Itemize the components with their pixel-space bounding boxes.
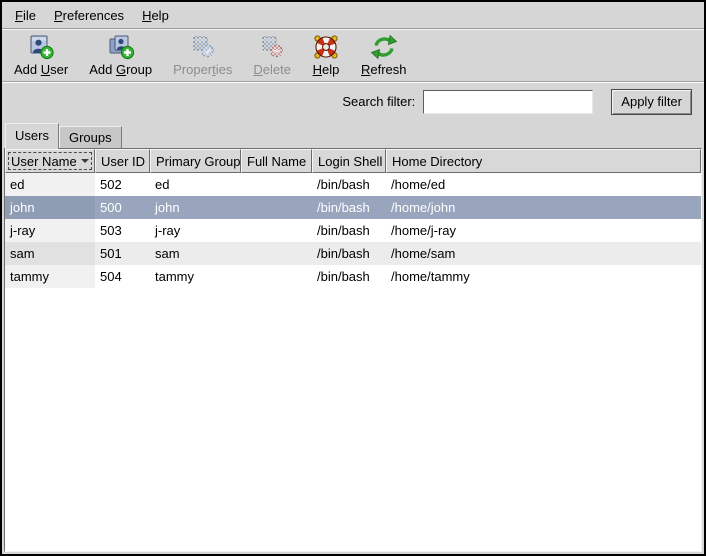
cell-home-directory[interactable]: /home/john — [386, 196, 701, 219]
cell-full-name[interactable] — [241, 219, 312, 242]
search-filter-input[interactable] — [423, 90, 593, 114]
delete-icon — [258, 33, 286, 61]
user-manager-window: File Preferences Help Add User — [0, 0, 706, 556]
cell-user-id[interactable]: 504 — [95, 265, 150, 288]
table-body[interactable]: ed502ed/bin/bash/home/edjohn500john/bin/… — [5, 173, 701, 551]
column-header-primary-group[interactable]: Primary Group — [150, 149, 241, 173]
refresh-arrows-icon — [370, 33, 398, 61]
column-header-login-shell[interactable]: Login Shell — [312, 149, 386, 173]
refresh-label: Refresh — [361, 62, 407, 77]
table-header-row: User Name User ID Primary Group Full Nam… — [5, 149, 701, 173]
menu-file[interactable]: File — [6, 4, 45, 27]
cell-login-shell[interactable]: /bin/bash — [312, 196, 386, 219]
cell-user-name[interactable]: ed — [5, 173, 95, 196]
menubar: File Preferences Help — [2, 2, 704, 29]
cell-login-shell[interactable]: /bin/bash — [312, 265, 386, 288]
cell-full-name[interactable] — [241, 265, 312, 288]
apply-filter-button[interactable]: Apply filter — [611, 89, 692, 115]
table-row[interactable]: tammy504tammy/bin/bash/home/tammy — [5, 265, 701, 288]
toolbar: Add User Add Group — [2, 29, 704, 82]
help-button[interactable]: Help — [306, 32, 346, 78]
cell-user-name[interactable]: j-ray — [5, 219, 95, 242]
column-header-user-name[interactable]: User Name — [5, 149, 95, 173]
cell-full-name[interactable] — [241, 242, 312, 265]
filter-bar: Search filter: Apply filter — [2, 82, 704, 121]
cell-full-name[interactable] — [241, 173, 312, 196]
properties-label: Properties — [173, 62, 232, 77]
cell-user-id[interactable]: 502 — [95, 173, 150, 196]
cell-user-name[interactable]: tammy — [5, 265, 95, 288]
cell-primary-group[interactable]: ed — [150, 173, 241, 196]
help-label: Help — [313, 62, 340, 77]
cell-home-directory[interactable]: /home/ed — [386, 173, 701, 196]
cell-primary-group[interactable]: sam — [150, 242, 241, 265]
menu-preferences[interactable]: Preferences — [45, 4, 133, 27]
delete-label: Delete — [253, 62, 291, 77]
column-header-full-name[interactable]: Full Name — [241, 149, 312, 173]
table-row[interactable]: ed502ed/bin/bash/home/ed — [5, 173, 701, 196]
delete-button[interactable]: Delete — [247, 32, 297, 78]
cell-login-shell[interactable]: /bin/bash — [312, 219, 386, 242]
cell-home-directory[interactable]: /home/sam — [386, 242, 701, 265]
cell-user-id[interactable]: 501 — [95, 242, 150, 265]
properties-icon — [189, 33, 217, 61]
properties-button[interactable]: Properties — [167, 32, 238, 78]
cell-user-name[interactable]: john — [5, 196, 95, 219]
users-table: User Name User ID Primary Group Full Nam… — [4, 148, 702, 552]
cell-user-name[interactable]: sam — [5, 242, 95, 265]
menu-help[interactable]: Help — [133, 4, 178, 27]
add-group-button[interactable]: Add Group — [83, 32, 158, 78]
cell-home-directory[interactable]: /home/j-ray — [386, 219, 701, 242]
table-row[interactable]: john500john/bin/bash/home/john — [5, 196, 701, 219]
column-header-home-directory[interactable]: Home Directory — [386, 149, 701, 173]
add-user-button[interactable]: Add User — [8, 32, 74, 78]
search-filter-label: Search filter: — [342, 94, 415, 109]
cell-login-shell[interactable]: /bin/bash — [312, 173, 386, 196]
table-row[interactable]: sam501sam/bin/bash/home/sam — [5, 242, 701, 265]
cell-user-id[interactable]: 503 — [95, 219, 150, 242]
tab-users[interactable]: Users — [5, 123, 59, 149]
sort-arrow-down-icon — [81, 159, 89, 167]
add-group-label: Add Group — [89, 62, 152, 77]
add-group-icon — [107, 33, 135, 61]
cell-login-shell[interactable]: /bin/bash — [312, 242, 386, 265]
tab-groups[interactable]: Groups — [59, 126, 122, 148]
cell-home-directory[interactable]: /home/tammy — [386, 265, 701, 288]
cell-primary-group[interactable]: j-ray — [150, 219, 241, 242]
cell-user-id[interactable]: 500 — [95, 196, 150, 219]
table-row[interactable]: j-ray503j-ray/bin/bash/home/j-ray — [5, 219, 701, 242]
cell-full-name[interactable] — [241, 196, 312, 219]
cell-primary-group[interactable]: john — [150, 196, 241, 219]
cell-primary-group[interactable]: tammy — [150, 265, 241, 288]
help-lifering-icon — [312, 33, 340, 61]
add-user-label: Add User — [14, 62, 68, 77]
column-header-user-id[interactable]: User ID — [95, 149, 150, 173]
refresh-button[interactable]: Refresh — [355, 32, 413, 78]
tab-bar: Users Groups — [2, 121, 704, 148]
add-user-icon — [27, 33, 55, 61]
